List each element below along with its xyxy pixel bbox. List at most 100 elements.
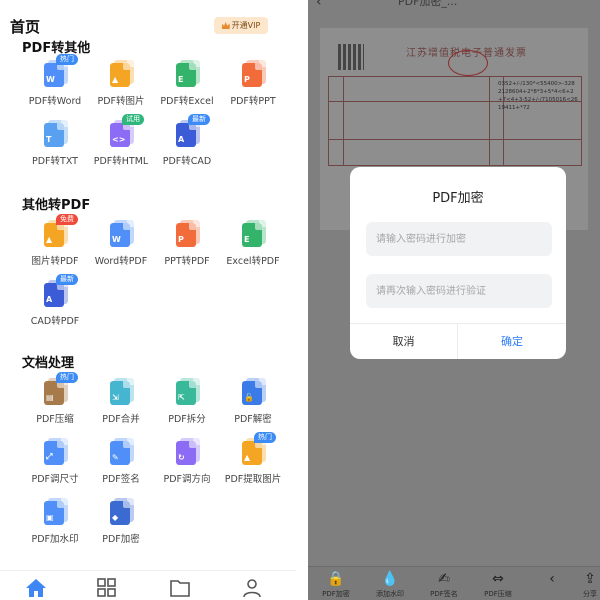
viewer-tool-0[interactable]: 🔒 PDF加密 — [316, 571, 356, 599]
tool-label: PDF转CAD — [162, 156, 212, 167]
viewer-tool-1[interactable]: 💧 添加水印 — [370, 571, 410, 599]
share-icon: ⇪ — [584, 571, 596, 587]
tool-label: PDF调尺寸 — [31, 474, 79, 485]
tool-0-5[interactable]: <> PDF转HTML 试用 — [88, 114, 154, 176]
cancel-button[interactable]: 取消 — [350, 324, 458, 359]
tool-label: PDF签名 — [102, 474, 140, 485]
tool-label: PDF拆分 — [168, 414, 206, 425]
file-icon: E — [240, 220, 266, 247]
file-icon: ▲ — [108, 60, 134, 87]
file-icon: ◆ — [108, 498, 134, 525]
pdf-viewer-screen: ‹ PDF加密_... 江苏增值税电子普通发票 0352+/-/130*<554… — [308, 0, 600, 600]
file-icon: T — [42, 120, 68, 147]
tool-1-2[interactable]: P PPT转PDF — [154, 220, 220, 276]
tool-2-7[interactable]: ▲ PDF提取图片 热门 — [220, 432, 286, 494]
tool-label: PDF转图片 — [97, 96, 145, 107]
tool-label: PDF压缩 — [36, 414, 74, 425]
vip-label: 开通VIP — [231, 21, 261, 30]
file-icon: ⇱ — [174, 378, 200, 405]
tool-2-8[interactable]: ▣ PDF加水印 — [22, 498, 88, 554]
file-icon: P — [174, 220, 200, 247]
invoice-stamp — [448, 50, 488, 76]
user-icon[interactable] — [241, 578, 263, 598]
dialog-footer: 取消 确定 — [350, 323, 566, 359]
tool-0-6[interactable]: A PDF转CAD 最新 — [154, 114, 220, 176]
viewer-tool-label: PDF压缩 — [484, 590, 512, 598]
invoice-code: 0352+/-/130*<55400>-3282128604+2*8*3+5*4… — [498, 81, 578, 111]
file-icon: ⇲ — [108, 378, 134, 405]
tool-2-2[interactable]: ⇱ PDF拆分 — [154, 378, 220, 434]
tool-label: PDF转HTML — [93, 156, 149, 167]
viewer-tool-label: PDF签名 — [430, 590, 458, 598]
tool-label: PDF调方向 — [163, 474, 211, 485]
tool-2-5[interactable]: ✎ PDF签名 — [88, 438, 154, 494]
viewer-tool-5[interactable]: ⇪ 分享 — [570, 571, 600, 599]
crown-icon — [221, 22, 230, 29]
tool-label: PDF转PPT — [230, 96, 276, 107]
tool-1-3[interactable]: E Excel转PDF — [220, 220, 286, 276]
viewer-tool-2[interactable]: ✍ PDF签名 — [424, 571, 464, 599]
tool-0-1[interactable]: ▲ PDF转图片 — [88, 60, 154, 116]
tool-label: 图片转PDF — [31, 256, 79, 267]
file-icon: 🔓 — [240, 378, 266, 405]
page-title: 首页 — [10, 18, 41, 36]
tool-badge: 热门 — [56, 372, 78, 383]
qr-code — [338, 44, 364, 70]
tool-1-4[interactable]: A CAD转PDF 最新 — [22, 274, 88, 336]
drop-icon: 💧 — [381, 571, 399, 587]
tool-label: PDF提取图片 — [224, 474, 282, 485]
tool-2-0[interactable]: ▤ PDF压缩 热门 — [22, 372, 88, 434]
tool-0-2[interactable]: E PDF转Excel — [154, 60, 220, 116]
section-title-pdf-to-other: PDF转其他 — [22, 41, 91, 56]
file-icon: ↻ — [174, 438, 200, 465]
viewer-tool-label: 分享 — [583, 590, 597, 598]
grid-icon[interactable] — [96, 578, 118, 598]
confirm-button[interactable]: 确定 — [458, 324, 566, 359]
tool-label: Word转PDF — [94, 256, 148, 267]
tool-1-1[interactable]: W Word转PDF — [88, 220, 154, 276]
file-icon: P — [240, 60, 266, 87]
tool-label: PDF解密 — [234, 414, 272, 425]
tool-badge: 试用 — [122, 114, 144, 125]
tool-label: PDF合并 — [102, 414, 140, 425]
tool-label: PPT转PDF — [164, 256, 210, 267]
tool-2-1[interactable]: ⇲ PDF合并 — [88, 378, 154, 434]
tool-label: PDF加水印 — [31, 534, 79, 545]
tool-label: Excel转PDF — [226, 256, 280, 267]
file-icon: ✎ — [108, 438, 134, 465]
viewer-tool-3[interactable]: ⇔ PDF压缩 — [478, 571, 518, 599]
home-icon[interactable] — [25, 578, 47, 598]
file-icon: ⤢ — [42, 438, 68, 465]
lock-icon: 🔒 — [327, 571, 345, 587]
tool-2-3[interactable]: 🔓 PDF解密 — [220, 378, 286, 434]
tool-0-0[interactable]: W PDF转Word 热门 — [22, 54, 88, 116]
back-icon[interactable]: ‹ — [316, 0, 322, 10]
password-input[interactable] — [366, 222, 552, 256]
encrypt-dialog: PDF加密 取消 确定 — [350, 167, 566, 359]
pen-icon: ✍ — [438, 571, 450, 587]
tool-2-9[interactable]: ◆ PDF加密 — [88, 498, 154, 554]
vip-button[interactable]: 开通VIP — [214, 17, 268, 34]
tool-label: CAD转PDF — [30, 316, 80, 327]
tool-0-4[interactable]: T PDF转TXT — [22, 120, 88, 176]
tool-badge: 最新 — [188, 114, 210, 125]
tool-0-3[interactable]: P PDF转PPT — [220, 60, 286, 116]
file-icon: W — [108, 220, 134, 247]
tool-label: PDF转Excel — [160, 96, 214, 107]
section-title-doc-processing: 文档处理 — [22, 356, 75, 371]
viewer-tool-4[interactable]: ‹ — [532, 571, 572, 589]
tool-label: PDF加密 — [102, 534, 140, 545]
tool-badge: 免费 — [56, 214, 78, 225]
viewer-tool-label: PDF加密 — [322, 590, 350, 598]
tool-1-0[interactable]: ▲ 图片转PDF 免费 — [22, 214, 88, 276]
tool-2-4[interactable]: ⤢ PDF调尺寸 — [22, 438, 88, 494]
confirm-password-input[interactable] — [366, 274, 552, 308]
more-icon: ‹ — [549, 571, 555, 587]
dialog-title: PDF加密 — [432, 191, 484, 206]
tool-label: PDF转Word — [28, 96, 82, 107]
viewer-toolbar: 🔒 PDF加密 💧 添加水印 ✍ PDF签名 ⇔ PDF压缩 ‹ ⇪ 分享 — [308, 566, 600, 600]
tool-badge: 热门 — [254, 432, 276, 443]
tool-2-6[interactable]: ↻ PDF调方向 — [154, 438, 220, 494]
file-icon: ▣ — [42, 498, 68, 525]
folder-icon[interactable] — [169, 578, 191, 598]
